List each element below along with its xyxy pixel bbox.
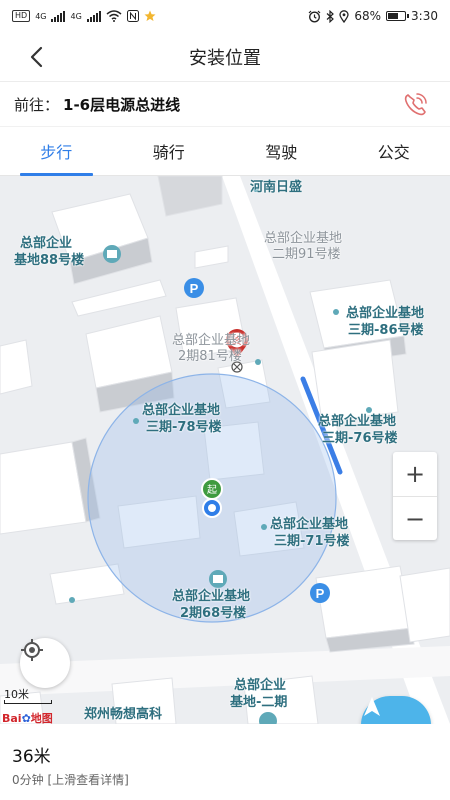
phone-icon [404,93,427,116]
map-view[interactable]: P P 终 起 河南日盛 总部企业 基地88号楼 总部企业基地 二期91号楼 总… [0,176,450,724]
tab-walk[interactable]: 步行 [0,127,113,176]
logo-text: Bai [2,712,22,724]
tab-bike[interactable]: 骑行 [113,127,226,175]
battery-fill [388,13,399,19]
map-label-91-l2: 二期91号楼 [272,247,341,262]
map-label-71-l1: 总部企业基地 [270,517,349,532]
map-label-86-l1: 总部企业基地 [346,306,425,321]
map-label-91-l1: 总部企业基地 [264,231,343,246]
map-label-76-l1: 总部企业基地 [318,414,397,429]
wifi-icon [106,10,122,22]
map-label-zhengzhou: 郑州畅想高科 [84,707,163,722]
route-summary-panel[interactable]: 36米 0分钟 [上滑查看详情] [0,724,450,800]
map-label-henan: 河南日盛 [250,180,303,195]
map-label-78-l1: 总部企业基地 [142,403,221,418]
map-label-86-l2: 三期-86号楼 [348,323,424,338]
chevron-left-icon [30,46,43,68]
travel-mode-tabs: 步行 骑行 驾驶 公交 [0,126,450,176]
poi-building-icon-68 [209,570,227,588]
zoom-in-button[interactable]: + [393,452,437,496]
poi-building-icon-88 [103,245,121,263]
map-label-68-l2: 2期68号楼 [180,606,247,621]
start-marker-label: 起 [207,484,217,496]
map-label-88-l1: 总部企业 [20,236,73,251]
map-label-68-l1: 总部企业基地 [172,589,251,604]
battery-icon [386,11,410,21]
map-label-71-l2: 三期-71号楼 [274,534,350,549]
location-icon [339,9,350,23]
bluetooth-icon [326,9,335,23]
zoom-out-button[interactable]: − [393,496,437,540]
alarm-icon [308,10,321,22]
svg-text:P: P [316,586,325,601]
map-label-78-l2: 三期-78号楼 [146,420,222,435]
page-title: 安装位置 [189,47,261,69]
parking-icon-2: P [310,583,330,603]
signal-icon [51,10,66,22]
svg-text:P: P [190,281,199,296]
call-button[interactable] [400,90,430,120]
hd-badge: HD [12,10,31,22]
destination-prefix: 前往： [14,95,60,114]
logo-text-2: 地图 [30,712,53,724]
destination-name: 1-6层电源总进线 [63,95,181,114]
status-bar: HD 4G 4G 68% 3:30 [0,0,450,32]
map-label-88-l2: 基地88号楼 [14,253,85,268]
map-label-81-l2: 2期81号楼 [178,349,242,364]
map-label-phase2-l2: 基地-二期 [230,695,288,710]
scale-bar [4,700,52,704]
destination-bar: 前往： 1-6层电源总进线 [0,82,450,126]
route-duration: 0分钟 [上滑查看详情] [12,773,129,787]
parking-icon-1: P [184,278,204,298]
tab-transit[interactable]: 公交 [338,127,450,175]
network-type-1: 4G [35,11,47,21]
signal-icon-2 [86,10,101,22]
map-label-81-l1: 总部企业基地 [172,333,251,348]
clock: 3:30 [411,9,438,23]
title-bar: 安装位置 [0,32,450,82]
locate-button[interactable] [20,638,70,688]
status-left: HD 4G 4G [12,10,156,22]
tab-drive[interactable]: 驾驶 [225,127,338,175]
star-icon [144,10,156,21]
map-label-phase2-l1: 总部企业 [234,678,287,693]
network-type-2: 4G [70,11,82,21]
map-label-76-l2: 三期-76号楼 [322,431,398,446]
battery-percent: 68% [354,9,382,23]
logo-paw-icon: ✿ [21,712,31,724]
crosshair-icon [21,639,43,661]
nfc-icon [126,10,139,22]
zoom-control: + − [393,452,437,540]
status-right: 68% 3:30 [308,9,438,23]
map-logo: Bai✿地图 [2,710,53,724]
navigation-arrow-icon [364,697,380,716]
route-distance: 36米 [12,747,51,767]
back-button[interactable] [20,41,52,73]
